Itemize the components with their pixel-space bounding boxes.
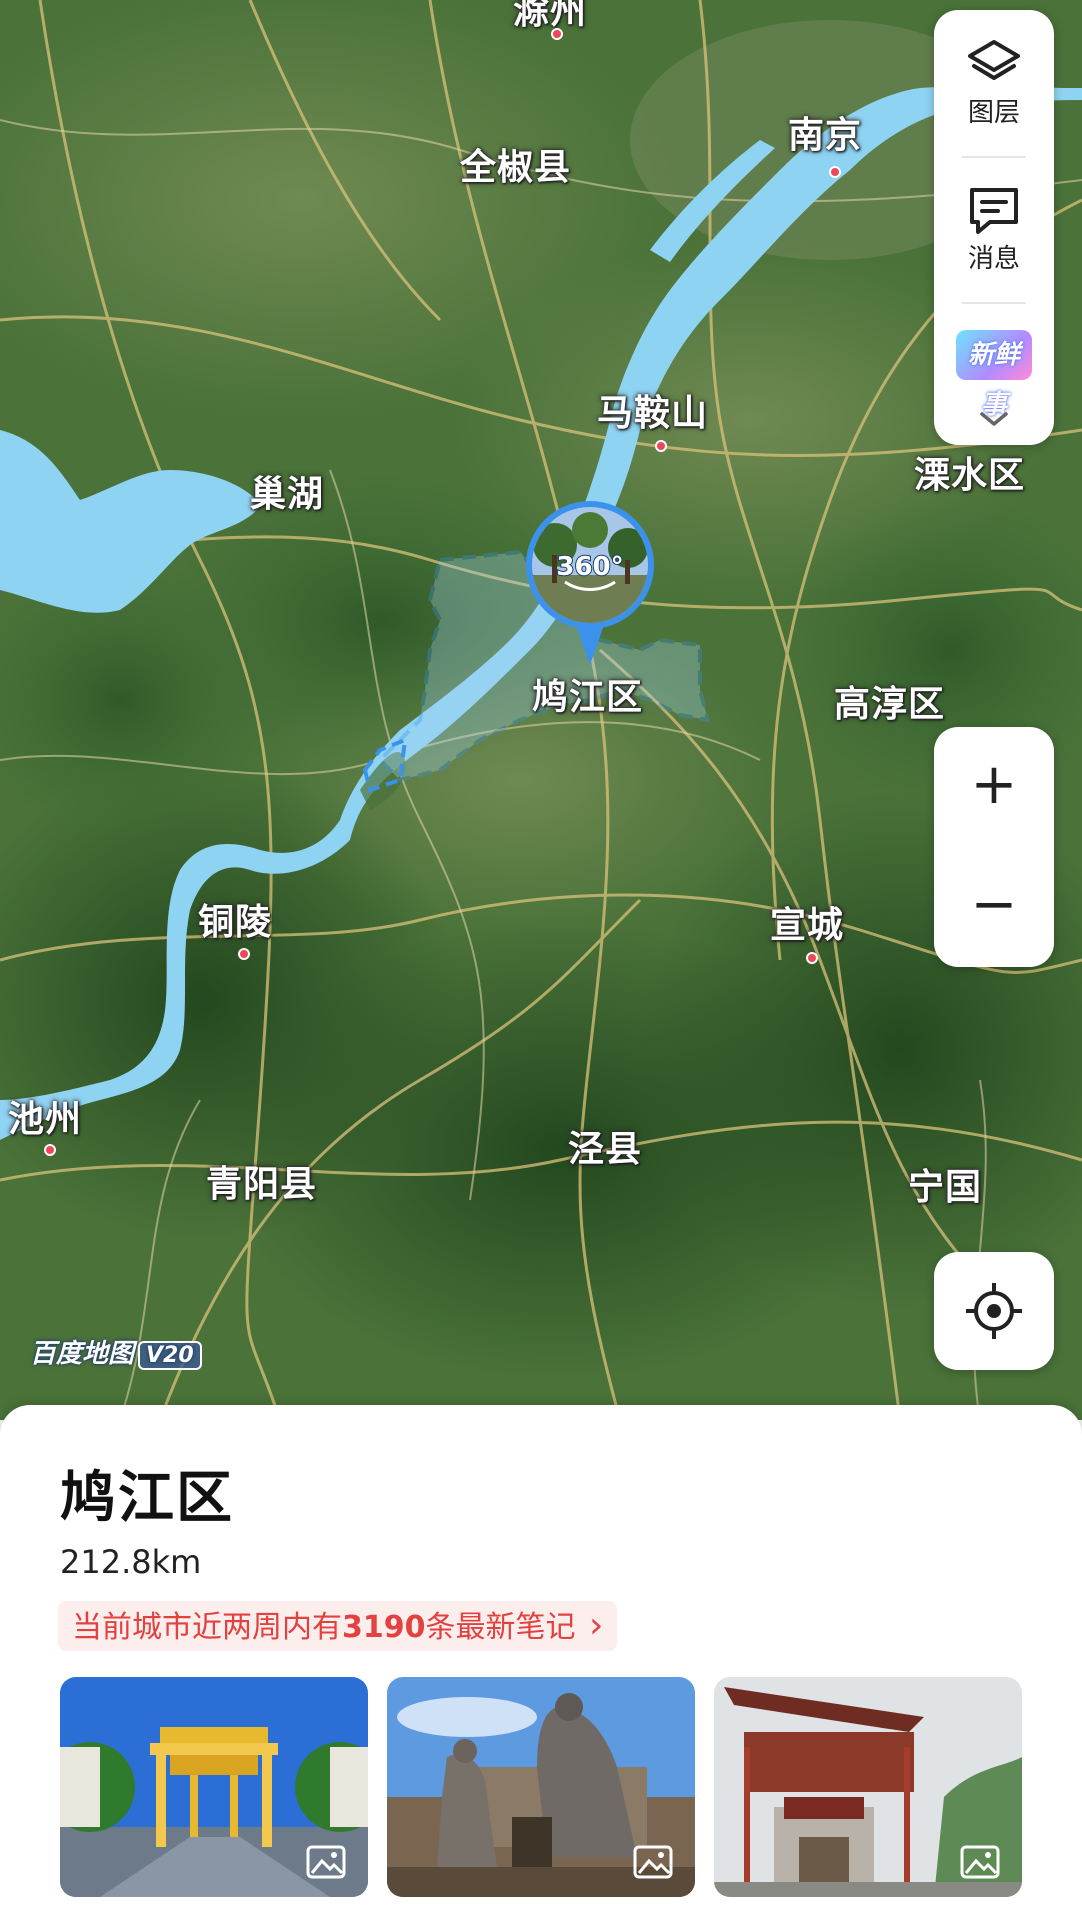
layers-icon xyxy=(968,40,1020,80)
satellite-map[interactable]: 360° 滁州 全椒县 南京 马鞍山 巢湖 溧水区 鸠江区 高淳区 铜陵 宣城 … xyxy=(0,0,1082,1420)
notes-count: 3190 xyxy=(342,1610,426,1645)
map-brand-logo: 百度地图 V20 xyxy=(30,1333,202,1370)
place-photo[interactable] xyxy=(387,1677,695,1897)
fresh-news-button[interactable]: 新鲜事 xyxy=(956,330,1032,420)
layers-button[interactable]: 图层 xyxy=(934,36,1054,129)
map-tools-panel: 图层 消息 新鲜事 xyxy=(934,10,1054,445)
city-label-nanjing[interactable]: 南京 xyxy=(788,106,862,158)
messages-button[interactable]: 消息 xyxy=(934,182,1054,275)
city-label-xuancheng[interactable]: 宣城 xyxy=(770,896,844,948)
notes-suffix: 条最新笔记 xyxy=(425,1610,576,1645)
image-icon xyxy=(306,1845,346,1879)
brand-name: 百度地图 xyxy=(30,1339,135,1369)
zoom-out-button[interactable]: − xyxy=(934,847,1054,967)
place-distance: 212.8km xyxy=(60,1543,202,1581)
chevron-down-icon[interactable] xyxy=(978,408,1010,430)
city-dot-tongling[interactable] xyxy=(238,948,250,960)
panorama-badge: 360° xyxy=(556,552,623,582)
city-label-chuzhou[interactable]: 滁州 xyxy=(513,0,587,34)
place-photo[interactable] xyxy=(714,1677,1022,1897)
tool-divider xyxy=(962,156,1026,158)
chevron-right-icon: › xyxy=(589,1605,604,1646)
zoom-controls: + − xyxy=(934,727,1054,967)
city-dot-maanshan[interactable] xyxy=(655,440,667,452)
place-photo[interactable] xyxy=(60,1677,368,1897)
city-label-jingxian[interactable]: 泾县 xyxy=(568,1120,642,1172)
latest-notes-link[interactable]: 当前城市近两周内有3190条最新笔记 › xyxy=(58,1601,618,1651)
brand-version: V20 xyxy=(138,1341,202,1370)
map-app: 360° 滁州 全椒县 南京 马鞍山 巢湖 溧水区 鸠江区 高淳区 铜陵 宣城 … xyxy=(0,0,1082,1923)
city-label-ningguo[interactable]: 宁国 xyxy=(908,1158,982,1210)
messages-label: 消息 xyxy=(967,244,1020,274)
city-label-maanshan[interactable]: 马鞍山 xyxy=(597,384,708,436)
city-dot-xuancheng[interactable] xyxy=(806,952,818,964)
city-label-chaohu[interactable]: 巢湖 xyxy=(250,465,324,517)
layers-label: 图层 xyxy=(967,98,1020,128)
message-icon xyxy=(970,188,1018,234)
city-label-tongling[interactable]: 铜陵 xyxy=(198,893,272,945)
city-label-jiujiang[interactable]: 鸠江区 xyxy=(532,668,643,720)
crosshair-icon xyxy=(966,1283,1022,1339)
tool-divider xyxy=(962,302,1026,304)
city-dot-nanjing[interactable] xyxy=(829,166,841,178)
notes-prefix: 当前城市近两周内有 xyxy=(72,1610,342,1645)
city-label-quanjiao[interactable]: 全椒县 xyxy=(460,138,571,190)
city-label-qingyang[interactable]: 青阳县 xyxy=(206,1155,317,1207)
locate-button[interactable] xyxy=(934,1252,1054,1370)
place-title: 鸠江区 xyxy=(60,1466,234,1531)
image-icon xyxy=(633,1845,673,1879)
city-dot-chuzhou[interactable] xyxy=(551,28,563,40)
zoom-in-button[interactable]: + xyxy=(934,727,1054,847)
city-label-gaochun[interactable]: 高淳区 xyxy=(834,675,945,727)
city-label-lishui[interactable]: 溧水区 xyxy=(914,446,1025,498)
place-detail-sheet[interactable]: 鸠江区 212.8km 当前城市近两周内有3190条最新笔记 › xyxy=(0,1405,1082,1923)
city-label-chizhou[interactable]: 池州 xyxy=(8,1090,82,1142)
image-icon xyxy=(960,1845,1000,1879)
city-dot-chizhou[interactable] xyxy=(44,1144,56,1156)
